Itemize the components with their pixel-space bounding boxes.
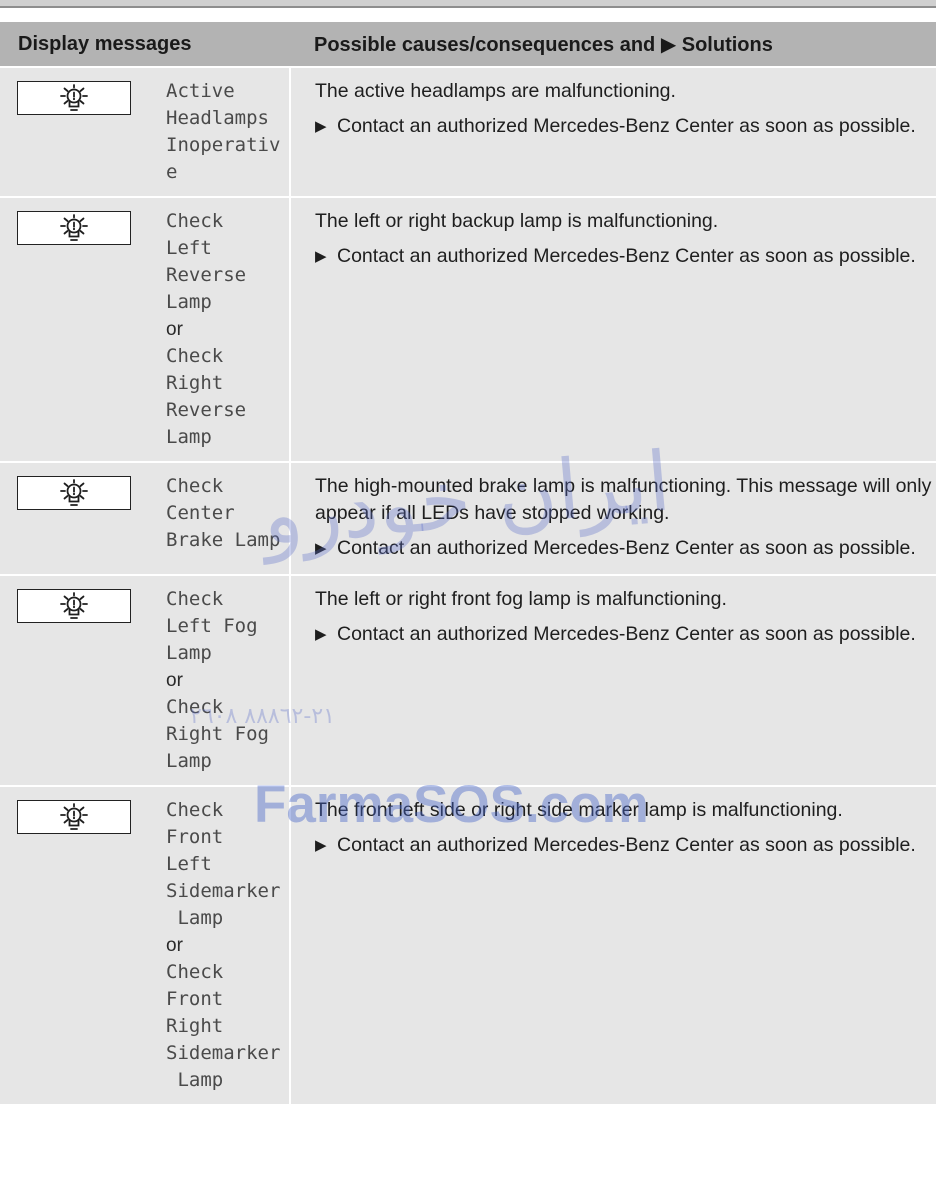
solution-cell: The high-mounted brake lamp is malfuncti… — [289, 462, 936, 575]
message-line: Sidemarker — [166, 1042, 281, 1064]
solution-text: Contact an authorized Mercedes-Benz Cent… — [337, 834, 916, 856]
message-line: Left — [166, 237, 212, 259]
solution-step: ▶ Contact an authorized Mercedes-Benz Ce… — [315, 832, 932, 859]
message-cell: Check Left Reverse Lamp or Check Right Reverse L… — [154, 197, 290, 462]
exterior-lamp-warning-icon — [17, 589, 131, 623]
icon-cell — [0, 197, 154, 462]
message-line: Check — [166, 588, 224, 610]
message-line: Right — [166, 1015, 224, 1037]
exterior-lamp-warning-icon — [17, 81, 131, 115]
top-rule-line — [0, 6, 936, 8]
bullet-arrow-icon: ▶ — [315, 540, 327, 557]
message-line: Headlamps — [166, 107, 269, 129]
message-cell: Check Center Brake Lamp — [154, 462, 290, 575]
exterior-lamp-warning-icon — [17, 800, 131, 834]
exterior-lamp-warning-icon — [17, 476, 131, 510]
table-header-row: Display messages Possible causes/consequ… — [0, 22, 936, 67]
message-line: Check — [166, 475, 224, 497]
message-line: Lamp — [166, 426, 212, 448]
solution-cell: The active headlamps are malfunctioning.… — [289, 67, 936, 197]
solution-cell: The front left side or right side marker… — [289, 786, 936, 1104]
message-line: Sidemarker — [166, 880, 281, 902]
message-cell: Check Left Fog Lamp or Check Right Fog Lamp — [154, 575, 290, 786]
solution-text: Contact an authorized Mercedes-Benz Cent… — [337, 537, 916, 559]
solution-step: ▶ Contact an authorized Mercedes-Benz Ce… — [315, 113, 932, 140]
solution-text: Contact an authorized Mercedes-Benz Cent… — [337, 115, 916, 137]
bullet-arrow-icon: ▶ — [315, 118, 327, 135]
bullet-arrow-icon: ▶ — [315, 248, 327, 265]
message-line: Check — [166, 696, 224, 718]
table-body: Active Headlamps Inoperativ e The active he… — [0, 67, 936, 1104]
message-line: Right — [166, 372, 224, 394]
message-line: Lamp — [166, 907, 224, 929]
solution-text: Contact an authorized Mercedes-Benz Cent… — [337, 245, 916, 267]
icon-cell — [0, 67, 154, 197]
bullet-arrow-icon: ▶ — [315, 837, 327, 854]
message-line: Check — [166, 799, 224, 821]
message-line: Lamp — [166, 291, 212, 313]
message-cell: Active Headlamps Inoperativ e — [154, 67, 290, 197]
solution-text: Contact an authorized Mercedes-Benz Cent… — [337, 623, 916, 645]
message-line: Check — [166, 961, 224, 983]
message-line: Check — [166, 345, 224, 367]
message-line: Brake Lamp — [166, 529, 281, 551]
cause-text: The high-mounted brake lamp is malfuncti… — [315, 475, 932, 524]
message-line: Inoperativ — [166, 134, 281, 156]
message-or-separator: or — [166, 670, 183, 691]
message-line: Reverse — [166, 399, 247, 421]
cause-text: The left or right backup lamp is malfunc… — [315, 210, 719, 232]
solution-cell: The left or right backup lamp is malfunc… — [289, 197, 936, 462]
cause-text: The left or right front fog lamp is malf… — [315, 588, 727, 610]
header-solutions: Possible causes/consequences and ▶ Solut… — [290, 22, 936, 67]
message-line: Front — [166, 988, 224, 1010]
message-line: e — [166, 161, 178, 183]
message-line: Check — [166, 210, 224, 232]
message-line: Center — [166, 502, 235, 524]
solution-step: ▶ Contact an authorized Mercedes-Benz Ce… — [315, 621, 932, 648]
message-line: Left — [166, 853, 212, 875]
message-line: Right Fog — [166, 723, 269, 745]
table-row-5: Check Front Left Sidemarker Lamp or Check Fron… — [0, 786, 936, 1104]
message-line: Lamp — [166, 642, 212, 664]
message-line: Front — [166, 826, 224, 848]
message-line: Left Fog — [166, 615, 258, 637]
message-or-separator: or — [166, 935, 183, 956]
table-row-4: Check Left Fog Lamp or Check Right Fog Lamp Th… — [0, 575, 936, 786]
table-row-1: Active Headlamps Inoperativ e The active he… — [0, 67, 936, 197]
solution-step: ▶ Contact an authorized Mercedes-Benz Ce… — [315, 535, 932, 562]
table-row-2: Check Left Reverse Lamp or Check Right Reverse L… — [0, 197, 936, 462]
exterior-lamp-warning-icon — [17, 211, 131, 245]
bullet-arrow-icon: ▶ — [315, 626, 327, 643]
message-line: Reverse — [166, 264, 247, 286]
solution-step: ▶ Contact an authorized Mercedes-Benz Ce… — [315, 243, 932, 270]
header-display-messages: Display messages — [0, 22, 290, 67]
table-row-3: Check Center Brake Lamp The high-mounted b… — [0, 462, 936, 575]
message-cell: Check Front Left Sidemarker Lamp or Check Fron… — [154, 786, 290, 1104]
icon-cell — [0, 786, 154, 1104]
icon-cell — [0, 462, 154, 575]
display-messages-table: Display messages Possible causes/consequ… — [0, 22, 936, 1104]
cause-text: The active headlamps are malfunctioning. — [315, 80, 676, 102]
cause-text: The front left side or right side marker… — [315, 799, 843, 821]
message-line: Lamp — [166, 750, 212, 772]
icon-cell — [0, 575, 154, 786]
message-or-separator: or — [166, 319, 183, 340]
solution-cell: The left or right front fog lamp is malf… — [289, 575, 936, 786]
message-line: Lamp — [166, 1069, 224, 1091]
message-line: Active — [166, 80, 235, 102]
